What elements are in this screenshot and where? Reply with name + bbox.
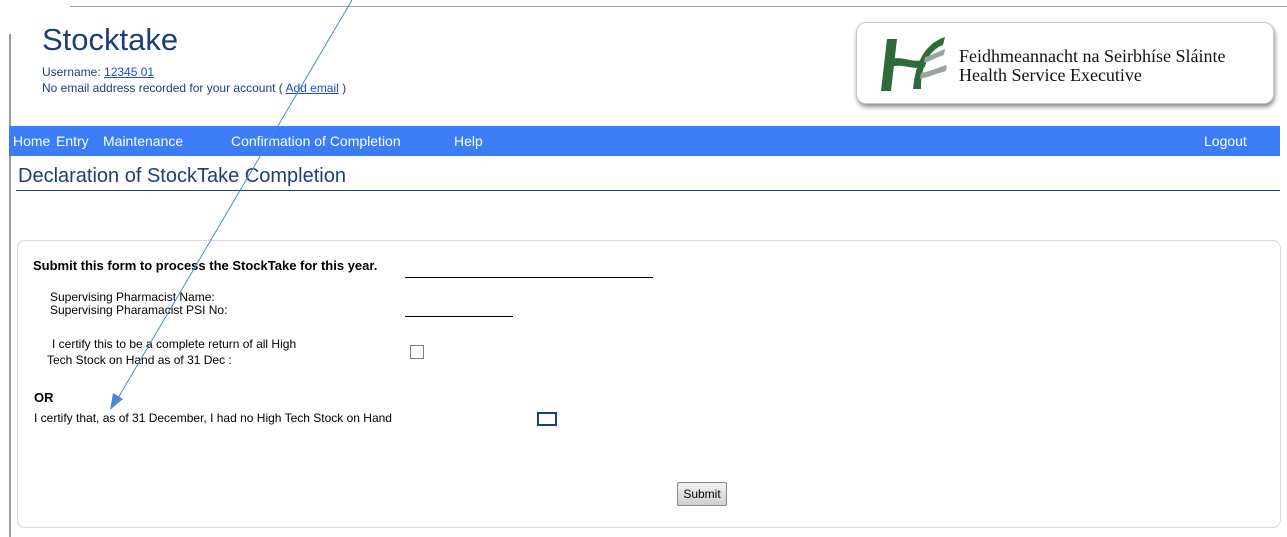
- email-notice: No email address recorded for your accou…: [42, 81, 346, 95]
- page-title: Declaration of StockTake Completion: [18, 165, 346, 187]
- top-divider: [70, 6, 1287, 7]
- submit-button[interactable]: Submit: [677, 482, 727, 506]
- hse-logo: Feidhmeannacht na Seirbhíse Sláinte Heal…: [856, 22, 1274, 104]
- or-label: OR: [34, 390, 54, 405]
- nav-home[interactable]: Home: [13, 133, 50, 149]
- heading-divider: [16, 190, 1280, 191]
- hse-logo-icon: [881, 37, 947, 91]
- logo-english-name: Health Service Executive: [959, 65, 1142, 85]
- nav-entry[interactable]: Entry: [56, 133, 89, 149]
- nav-confirmation-of-completion[interactable]: Confirmation of Completion: [231, 133, 401, 149]
- form-intro: Submit this form to process the StockTak…: [33, 258, 378, 273]
- add-email-link[interactable]: Add email: [285, 81, 338, 95]
- username-label: Username:: [42, 65, 101, 79]
- nav-bar: Home Entry Maintenance Confirmation of C…: [9, 126, 1280, 156]
- psi-number-label: Supervising Pharamacist PSI No:: [50, 303, 228, 317]
- psi-number-field[interactable]: [405, 316, 513, 317]
- nav-maintenance[interactable]: Maintenance: [103, 133, 183, 149]
- left-border: [9, 34, 11, 537]
- declaration-form-panel: [17, 240, 1281, 528]
- logo-text: Feidhmeannacht na Seirbhíse Sláinte Heal…: [959, 47, 1225, 85]
- username-line: Username: 12345 01: [42, 65, 154, 79]
- logo-irish-name: Feidhmeannacht na Seirbhíse Sláinte: [959, 46, 1226, 66]
- username-link[interactable]: 12345 01: [104, 65, 154, 79]
- certify-no-stock-checkbox[interactable]: [537, 412, 557, 426]
- email-notice-prefix: No email address recorded for your accou…: [42, 81, 283, 95]
- nav-help[interactable]: Help: [454, 133, 483, 149]
- certify-return-label-line2: Tech Stock on Hand as of 31 Dec :: [47, 353, 232, 367]
- certify-return-label-line1: I certify this to be a complete return o…: [52, 337, 297, 351]
- certify-no-stock-label: I certify that, as of 31 December, I had…: [34, 411, 392, 425]
- pharmacist-name-field[interactable]: [405, 277, 653, 278]
- pharmacist-name-label: Supervising Pharmacist Name:: [50, 290, 215, 304]
- email-notice-suffix: ): [342, 81, 347, 95]
- app-title: Stocktake: [42, 22, 179, 57]
- logout-link[interactable]: Logout: [1204, 133, 1247, 149]
- certify-return-checkbox[interactable]: [410, 345, 424, 359]
